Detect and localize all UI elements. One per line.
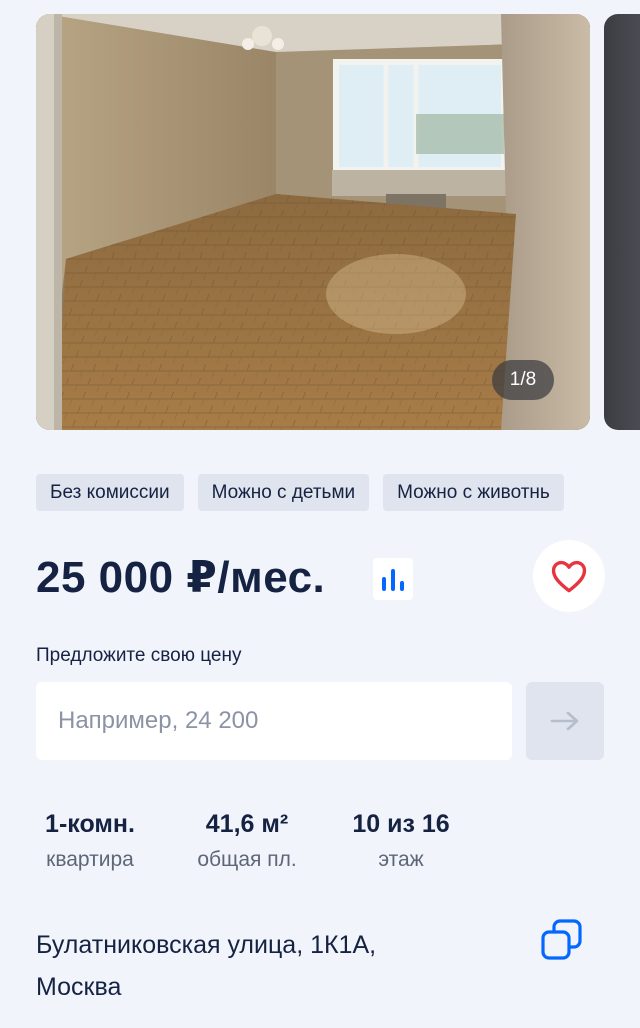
photo-counter: 1/8: [492, 360, 554, 400]
floor-label: этаж: [378, 848, 424, 871]
favorite-button[interactable]: [533, 540, 605, 612]
apartment-stats: 1-комн. квартира 41,6 м² общая пл. 10 из…: [36, 808, 456, 876]
copy-icon: [541, 919, 582, 960]
stat-area: 41,6 м² общая пл.: [188, 808, 306, 876]
address-line-street: Булатниковская улица, 1К1А,: [36, 931, 377, 959]
next-photo-preview[interactable]: [604, 14, 640, 430]
bar-chart-icon: [382, 577, 386, 591]
arrow-right-icon: [550, 711, 579, 731]
address: Булатниковская улица, 1К1А, Москва: [36, 924, 496, 1008]
area-label: общая пл.: [197, 848, 297, 871]
offer-price-input[interactable]: [36, 682, 512, 760]
stat-floor: 10 из 16 этаж: [346, 808, 456, 876]
tag-no-commission: Без комиссии: [36, 474, 184, 511]
stat-rooms: 1-комн. квартира: [36, 808, 144, 876]
copy-address-button[interactable]: [538, 916, 586, 964]
floor-value: 10 из 16: [352, 810, 450, 838]
rooms-value: 1-комн.: [45, 810, 135, 838]
listing-photo[interactable]: 1/8: [36, 14, 590, 430]
feature-tags: Без комиссии Можно с детьми Можно с живо…: [36, 474, 640, 511]
tag-kids-allowed: Можно с детьми: [197, 474, 370, 511]
rooms-label: квартира: [46, 848, 134, 871]
offer-price-label: Предложите свою цену: [36, 645, 242, 666]
tag-pets-allowed: Можно с животнь: [383, 474, 564, 511]
address-line-city: Москва: [36, 973, 122, 1001]
price-value: 25 000 ₽/мес.: [36, 553, 326, 602]
photo-gallery[interactable]: 1/8: [36, 14, 640, 430]
bar-chart-icon-bar: [391, 569, 395, 591]
offer-submit-button[interactable]: [526, 682, 604, 760]
bar-chart-icon-bar: [400, 581, 404, 591]
area-value: 41,6 м²: [205, 810, 289, 838]
heart-icon: [551, 560, 587, 593]
price-history-button[interactable]: [373, 558, 413, 600]
